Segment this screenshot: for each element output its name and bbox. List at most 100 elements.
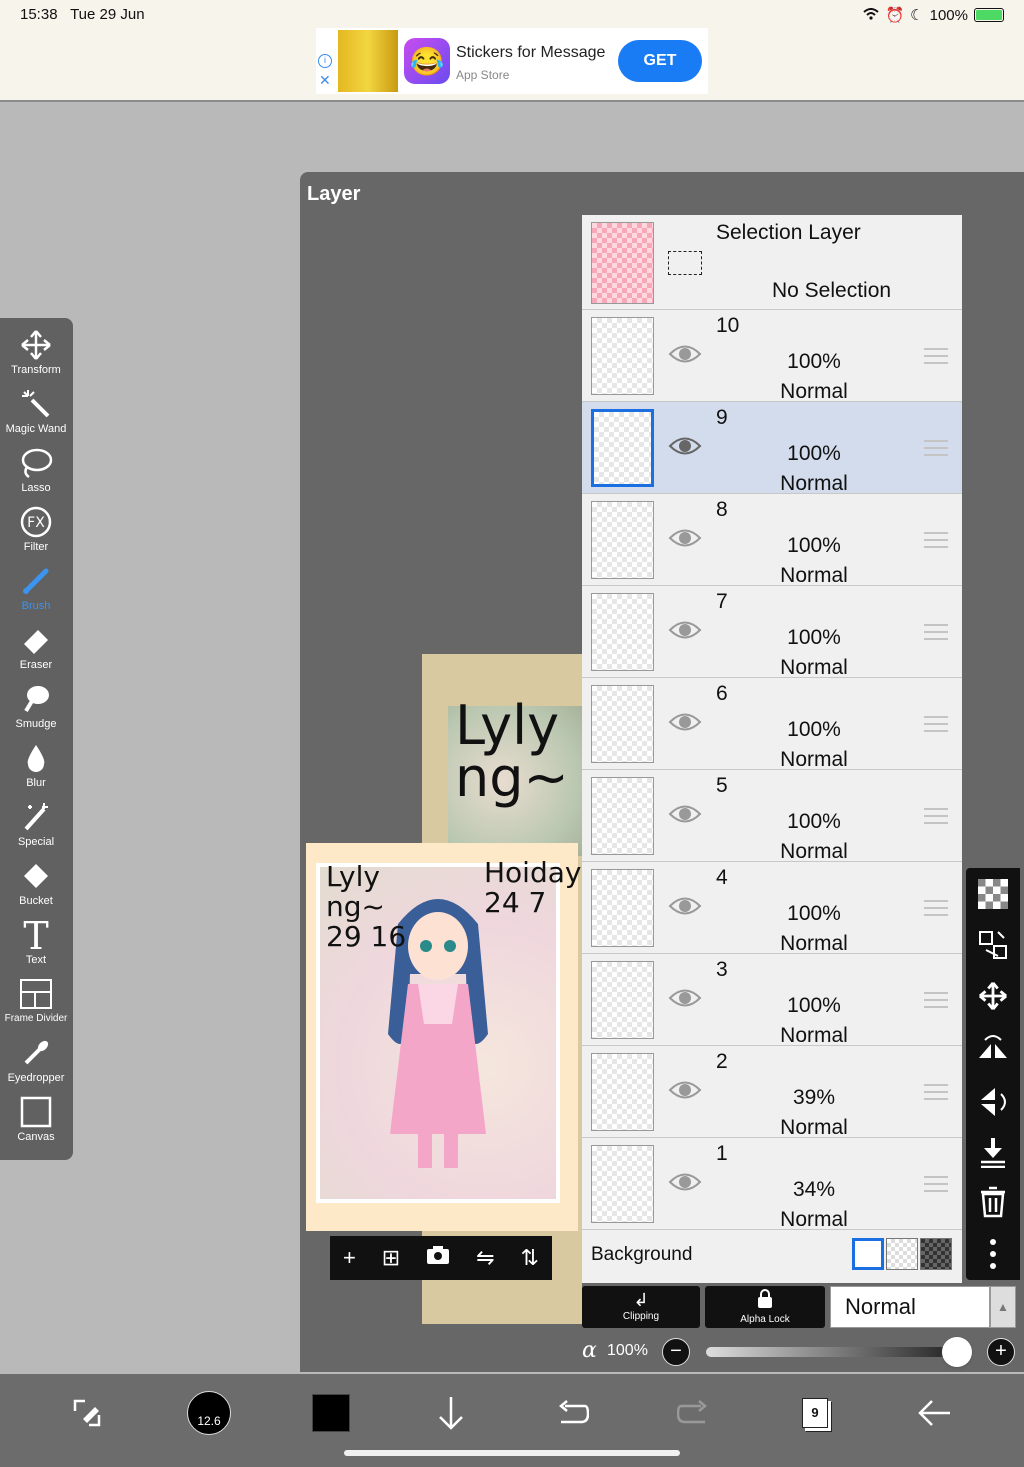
tool-lasso[interactable]: Lasso <box>0 444 72 502</box>
layer-row[interactable]: 5 100% Normal <box>582 770 962 863</box>
tool-magic-wand[interactable]: Magic Wand <box>0 385 72 443</box>
opacity-slider-knob[interactable] <box>942 1337 972 1367</box>
layers-button[interactable]: 9 <box>790 1388 840 1438</box>
ad-close-icon[interactable]: ✕ <box>319 72 331 89</box>
eye-icon[interactable] <box>668 435 702 462</box>
layer-row[interactable]: 6 100% Normal <box>582 678 962 771</box>
eye-icon[interactable] <box>668 987 702 1014</box>
drag-handle-icon[interactable] <box>924 1176 948 1197</box>
drag-handle-icon[interactable] <box>924 532 948 553</box>
layer-thumbnail[interactable] <box>591 777 654 855</box>
ad-title[interactable]: Stickers for Message <box>456 44 605 62</box>
tool-eyedropper[interactable]: Eyedropper <box>0 1034 72 1092</box>
layer-thumbnail[interactable] <box>591 1053 654 1131</box>
opacity-plus-button[interactable]: + <box>987 1338 1015 1366</box>
tool-bucket[interactable]: Bucket <box>0 857 72 915</box>
eye-icon[interactable] <box>668 1171 702 1198</box>
layer-row[interactable]: 1 34% Normal <box>582 1138 962 1231</box>
drag-handle-icon[interactable] <box>924 716 948 737</box>
trash-icon[interactable] <box>966 1180 1020 1224</box>
layer-row[interactable]: 2 39% Normal <box>582 1046 962 1139</box>
ad-image[interactable] <box>338 30 398 92</box>
ad-get-button[interactable]: GET <box>618 40 702 82</box>
tool-blur[interactable]: Blur <box>0 739 72 797</box>
layer-row[interactable]: 3 100% Normal <box>582 954 962 1047</box>
color-button[interactable] <box>306 1388 356 1438</box>
eye-icon[interactable] <box>668 803 702 830</box>
layer-row[interactable]: 4 100% Normal <box>582 862 962 955</box>
tool-text[interactable]: T Text <box>0 916 72 974</box>
blend-mode-arrow-icon[interactable]: ▲ <box>990 1286 1016 1328</box>
background-row[interactable]: Background <box>582 1230 962 1283</box>
undo-icon[interactable] <box>548 1388 598 1438</box>
layer-thumbnail[interactable] <box>591 501 654 579</box>
layer-thumbnail[interactable] <box>591 409 654 487</box>
alpha-lock-button[interactable]: Alpha Lock <box>705 1286 825 1328</box>
more-options-icon[interactable] <box>966 1232 1020 1276</box>
back-arrow-icon[interactable] <box>910 1388 960 1438</box>
move-layer-icon[interactable] <box>966 922 1020 966</box>
layer-thumbnail[interactable] <box>591 685 654 763</box>
move-icon[interactable] <box>966 974 1020 1018</box>
tool-transform[interactable]: Transform <box>0 326 72 384</box>
selection-layer-row[interactable]: Selection Layer No Selection <box>582 215 962 310</box>
tool-frame-divider[interactable]: Frame Divider <box>0 975 72 1033</box>
flip-vertical-icon[interactable]: ⇅ <box>521 1245 539 1271</box>
selection-layer-thumbnail <box>591 222 654 304</box>
drag-handle-icon[interactable] <box>924 624 948 645</box>
eye-icon[interactable] <box>668 1079 702 1106</box>
home-indicator[interactable] <box>344 1450 680 1456</box>
background-dark-swatch[interactable] <box>920 1238 952 1270</box>
tool-brush[interactable]: Brush <box>0 562 72 620</box>
drag-handle-icon[interactable] <box>924 440 948 461</box>
add-layer-copy-icon[interactable]: ⊞ <box>382 1245 400 1271</box>
eye-icon[interactable] <box>668 527 702 554</box>
flip-horizontal-icon[interactable]: ⇋ <box>476 1245 494 1271</box>
tool-canvas[interactable]: Canvas <box>0 1093 72 1151</box>
tool-filter[interactable]: FX Filter <box>0 503 72 561</box>
ad-banner[interactable]: i ✕ 😂 Stickers for Message App Store GET <box>316 28 708 94</box>
flip-horizontal-icon[interactable] <box>966 1028 1020 1072</box>
tool-smudge[interactable]: Smudge <box>0 680 72 738</box>
background-transparent-swatch[interactable] <box>886 1238 918 1270</box>
eye-icon[interactable] <box>668 619 702 646</box>
ad-app-icon[interactable]: 😂 <box>404 38 450 84</box>
tool-eraser[interactable]: Eraser <box>0 621 72 679</box>
layer-thumbnail[interactable] <box>591 317 654 395</box>
layer-row[interactable]: 7 100% Normal <box>582 586 962 679</box>
layer-opacity: 100% <box>787 534 841 557</box>
background-white-swatch[interactable] <box>852 1238 884 1270</box>
layer-blend-mode: Normal <box>780 472 848 495</box>
layer-thumbnail[interactable] <box>591 593 654 671</box>
merge-down-icon[interactable] <box>966 1130 1020 1174</box>
layer-row[interactable]: 10 100% Normal <box>582 310 962 403</box>
quick-tools-icon[interactable] <box>62 1388 112 1438</box>
opacity-minus-button[interactable]: − <box>662 1338 690 1366</box>
ad-info-icon[interactable]: i <box>318 54 332 68</box>
tool-special[interactable]: Special <box>0 798 72 856</box>
add-layer-icon[interactable]: + <box>343 1245 356 1271</box>
layer-row[interactable]: 8 100% Normal <box>582 494 962 587</box>
layer-thumbnail[interactable] <box>591 1145 654 1223</box>
clipping-button[interactable]: ↲ Clipping <box>582 1286 700 1328</box>
eye-icon[interactable] <box>668 895 702 922</box>
down-arrow-icon[interactable] <box>426 1388 476 1438</box>
eye-icon[interactable] <box>668 711 702 738</box>
eye-icon[interactable] <box>668 343 702 370</box>
opacity-slider[interactable] <box>706 1347 958 1357</box>
layer-thumbnail[interactable] <box>591 869 654 947</box>
redo-icon[interactable] <box>668 1388 718 1438</box>
drag-handle-icon[interactable] <box>924 808 948 829</box>
drag-handle-icon[interactable] <box>924 1084 948 1105</box>
flip-vertical-icon[interactable] <box>966 1080 1020 1124</box>
layer-row[interactable]: 9 100% Normal <box>582 402 962 495</box>
drag-handle-icon[interactable] <box>924 992 948 1013</box>
blend-mode-select[interactable]: Normal <box>830 1286 990 1328</box>
brush-size-button[interactable]: 12.6 <box>184 1388 234 1438</box>
drag-handle-icon[interactable] <box>924 900 948 921</box>
layer-thumbnail[interactable] <box>591 961 654 1039</box>
layer-list: Selection Layer No Selection 10 100% Norma… <box>582 215 962 1283</box>
camera-icon[interactable] <box>426 1245 450 1271</box>
checker-icon[interactable] <box>966 872 1020 916</box>
drag-handle-icon[interactable] <box>924 348 948 369</box>
